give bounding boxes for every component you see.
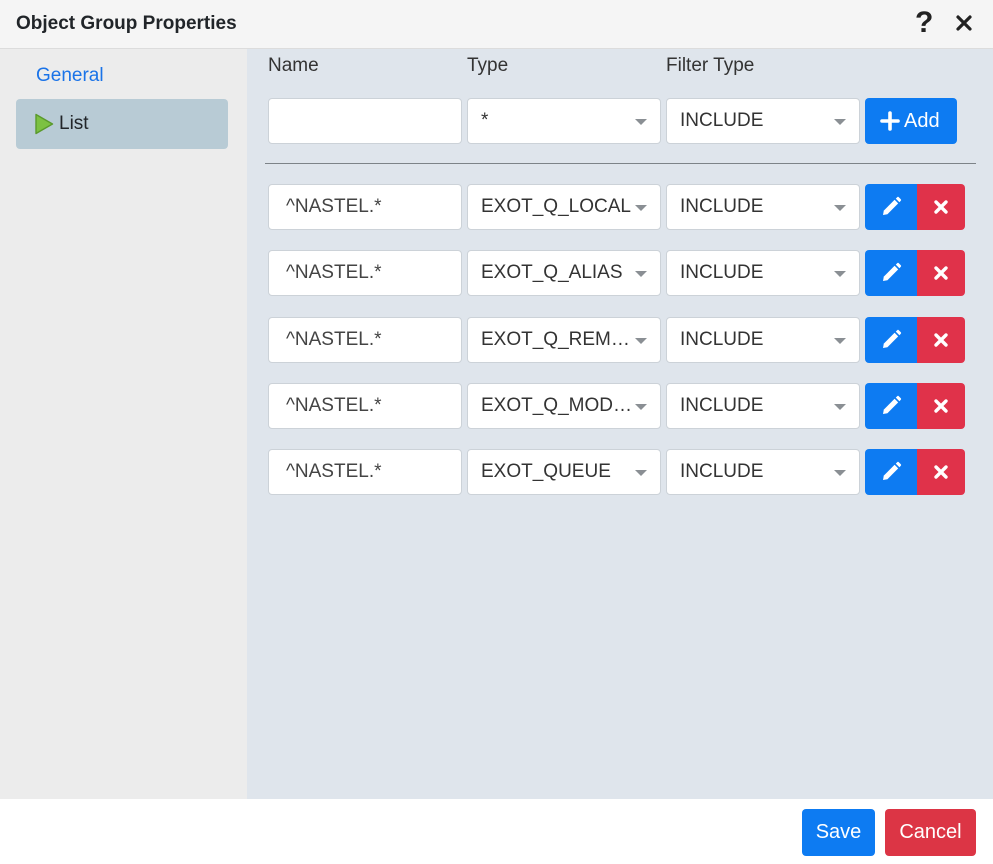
pencil-icon [883,395,902,414]
row-type-select[interactable]: EXOT_Q_MODEL [467,383,661,429]
edit-button[interactable] [865,184,917,230]
delete-button[interactable] [917,250,965,296]
pencil-icon [883,262,902,281]
dialog-title: Object Group Properties [16,13,237,34]
edit-button[interactable] [865,383,917,429]
chevron-down-icon [635,205,647,211]
help-icon[interactable]: ? [915,5,933,41]
row-filter-type-select[interactable]: INCLUDE [666,250,860,296]
chevron-down-icon [635,470,647,476]
edit-button[interactable] [865,317,917,363]
delete-button[interactable] [917,184,965,230]
chevron-down-icon [834,205,846,211]
select-value: INCLUDE [680,262,764,283]
dialog-footer: Save Cancel [0,799,993,864]
sidebar-item-label: List [59,113,89,134]
select-value: EXOT_Q_ALIAS [481,262,623,283]
row-filter-type-select[interactable]: INCLUDE [666,184,860,230]
divider [265,163,976,164]
row-name-input[interactable]: ^NASTEL.* [268,184,462,230]
close-icon [934,266,948,280]
row-filter-type-select[interactable]: INCLUDE [666,317,860,363]
new-name-input[interactable] [268,98,462,144]
dialog-titlebar: Object Group Properties ? [0,0,993,49]
chevron-down-icon [635,119,647,125]
add-button[interactable]: Add [865,98,957,144]
row-type-select[interactable]: EXOT_QUEUE [467,449,661,495]
chevron-down-icon [834,338,846,344]
play-icon [33,112,55,136]
select-value: EXOT_Q_MODEL [481,395,633,416]
pencil-icon [883,329,902,348]
column-header-type: Type [467,55,509,76]
delete-button[interactable] [917,449,965,495]
select-value: EXOT_Q_LOCAL [481,196,631,217]
select-value: INCLUDE [680,329,764,350]
row-name-input[interactable]: ^NASTEL.* [268,317,462,363]
row-type-select[interactable]: EXOT_Q_LOCAL [467,184,661,230]
delete-button[interactable] [917,317,965,363]
save-button[interactable]: Save [802,809,875,856]
select-value: EXOT_Q_REMOTE [481,329,633,350]
close-icon [934,200,948,214]
chevron-down-icon [834,404,846,410]
close-icon [934,465,948,479]
row-name-input[interactable]: ^NASTEL.* [268,449,462,495]
chevron-down-icon [635,338,647,344]
row-name-input[interactable]: ^NASTEL.* [268,250,462,296]
chevron-down-icon [834,470,846,476]
row-type-select[interactable]: EXOT_Q_REMOTE [467,317,661,363]
row-type-select[interactable]: EXOT_Q_ALIAS [467,250,661,296]
chevron-down-icon [635,271,647,277]
chevron-down-icon [834,271,846,277]
select-value: * [481,110,489,131]
row-filter-type-select[interactable]: INCLUDE [666,383,860,429]
column-header-name: Name [268,55,319,76]
edit-button[interactable] [865,449,917,495]
chevron-down-icon [834,119,846,125]
delete-button[interactable] [917,383,965,429]
sidebar-item-general[interactable]: General [16,61,228,91]
chevron-down-icon [635,404,647,410]
list-panel: Name Type Filter Type * INCLUDE Add ^NAS… [247,49,993,799]
plus-icon [880,111,900,131]
edit-button[interactable] [865,250,917,296]
pencil-icon [883,196,902,215]
row-name-input[interactable]: ^NASTEL.* [268,383,462,429]
column-header-filter-type: Filter Type [666,55,755,76]
select-value: INCLUDE [680,395,764,416]
add-button-label: Add [904,110,940,132]
select-value: INCLUDE [680,461,764,482]
select-value: EXOT_QUEUE [481,461,611,482]
cancel-button[interactable]: Cancel [885,809,976,856]
close-icon[interactable] [953,12,975,34]
new-filter-type-select[interactable]: INCLUDE [666,98,860,144]
select-value: INCLUDE [680,196,764,217]
row-filter-type-select[interactable]: INCLUDE [666,449,860,495]
sidebar: General List [0,49,247,799]
pencil-icon [883,461,902,480]
select-value: INCLUDE [680,110,764,131]
close-icon [934,399,948,413]
sidebar-item-list[interactable]: List [16,99,228,149]
new-type-select[interactable]: * [467,98,661,144]
close-icon [934,333,948,347]
